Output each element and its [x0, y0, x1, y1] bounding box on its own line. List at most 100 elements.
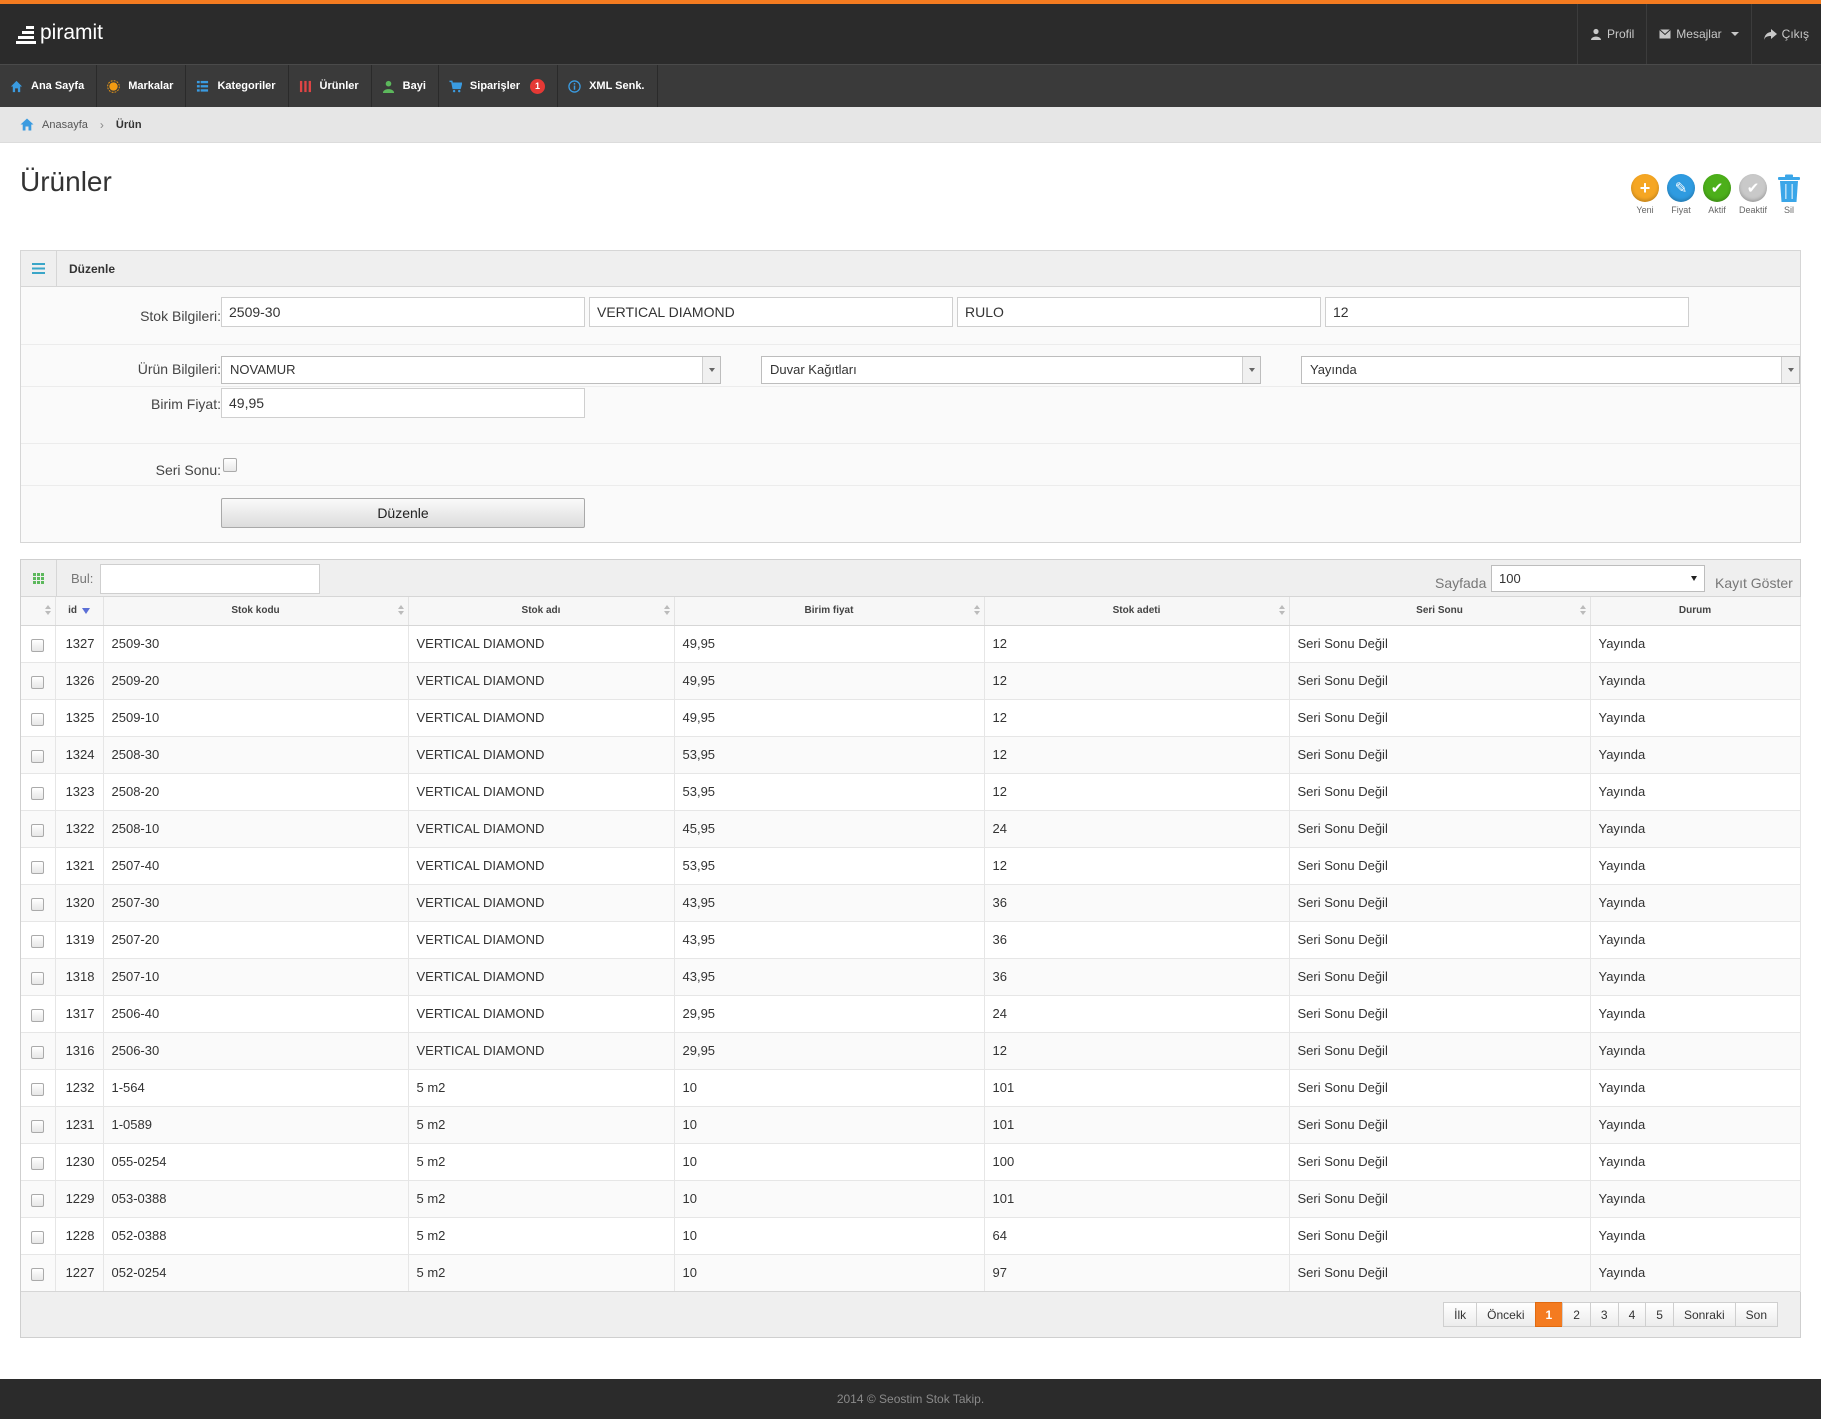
select-all-header[interactable] [21, 597, 56, 626]
deactivate-button[interactable]: ✔ Deaktif [1739, 174, 1767, 215]
row-checkbox[interactable] [31, 712, 45, 726]
nav-item-brands[interactable]: Markalar [97, 65, 187, 107]
row-checkbox[interactable] [31, 1156, 45, 1170]
table-row[interactable]: 1318 2507-10 VERTICAL DIAMOND 43,95 36 Seri S… [21, 958, 1801, 996]
pager-next[interactable]: Sonraki [1672, 1302, 1736, 1327]
column-header-stock-code[interactable]: Stok kodu [103, 597, 409, 626]
cell-series: Seri Sonu Değil [1289, 847, 1591, 885]
table-row[interactable]: 1326 2509-20 VERTICAL DIAMOND 49,95 12 Seri S… [21, 662, 1801, 700]
nav-item-products[interactable]: Ürünler [289, 65, 372, 107]
price-input[interactable] [221, 388, 585, 418]
submit-edit-button[interactable]: Düzenle [221, 498, 585, 528]
nav-item-xml-sync[interactable]: XML Senk. [558, 65, 658, 107]
row-checkbox[interactable] [31, 1082, 45, 1096]
row-checkbox[interactable] [31, 860, 45, 874]
column-header-id[interactable]: id [55, 597, 104, 626]
category-select[interactable]: Duvar Kağıtları [761, 356, 1261, 384]
cell-qty: 12 [984, 773, 1290, 811]
row-checkbox[interactable] [31, 971, 45, 985]
row-checkbox[interactable] [31, 1193, 45, 1207]
table-row[interactable]: 1228 052-0388 5 m2 10 64 Seri Sonu Değil Yayın… [21, 1217, 1801, 1255]
stock-name-input[interactable] [589, 297, 953, 327]
nav-item-categories[interactable]: Kategoriler [186, 65, 289, 107]
row-checkbox[interactable] [31, 638, 45, 652]
new-button[interactable]: + Yeni [1631, 174, 1659, 215]
cell-status: Yayında [1590, 921, 1801, 959]
activate-button[interactable]: ✔ Aktif [1703, 174, 1731, 215]
delete-button[interactable]: Sil [1775, 174, 1803, 215]
row-checkbox[interactable] [31, 675, 45, 689]
row-checkbox[interactable] [31, 1008, 45, 1022]
cell-qty: 24 [984, 810, 1290, 848]
pager-first[interactable]: İlk [1443, 1302, 1478, 1327]
status-select[interactable]: Yayında [1301, 356, 1800, 384]
cell-id: 1228 [55, 1217, 104, 1255]
cell-status: Yayında [1590, 1180, 1801, 1218]
products-table: id Stok kodu Stok adı Birim fiyat Stok a… [21, 597, 1801, 1292]
pager-last[interactable]: Son [1734, 1302, 1778, 1327]
logo[interactable]: piramit [16, 18, 103, 48]
row-checkbox[interactable] [31, 1045, 45, 1059]
row-checkbox[interactable] [31, 934, 45, 948]
cell-status: Yayında [1590, 736, 1801, 774]
row-checkbox[interactable] [31, 786, 45, 800]
stock-code-input[interactable] [221, 297, 585, 327]
row-checkbox[interactable] [31, 1267, 45, 1281]
row-checkbox-cell [21, 699, 56, 737]
table-row[interactable]: 1227 052-0254 5 m2 10 97 Seri Sonu Değil Yayın… [21, 1254, 1801, 1292]
cell-qty: 64 [984, 1217, 1290, 1255]
breadcrumb-home-link[interactable]: Anasayfa [42, 119, 88, 131]
column-header-unit-price[interactable]: Birim fiyat [674, 597, 985, 626]
pager-page-5[interactable]: 5 [1645, 1302, 1674, 1327]
column-header-stock-name[interactable]: Stok adı [408, 597, 675, 626]
column-header-status[interactable]: Durum [1590, 597, 1801, 626]
profile-link[interactable]: Profil [1576, 4, 1646, 64]
stock-unit-input[interactable] [957, 297, 1321, 327]
table-row[interactable]: 1324 2508-30 VERTICAL DIAMOND 53,95 12 Seri S… [21, 736, 1801, 774]
series-end-checkbox[interactable] [223, 458, 237, 472]
pager-page-4[interactable]: 4 [1617, 1302, 1647, 1327]
cell-series: Seri Sonu Değil [1289, 1069, 1591, 1107]
table-row[interactable]: 1232 1-564 5 m2 10 101 Seri Sonu Değil Yayında [21, 1069, 1801, 1107]
row-checkbox[interactable] [31, 1230, 45, 1244]
table-row[interactable]: 1320 2507-30 VERTICAL DIAMOND 43,95 36 Seri S… [21, 884, 1801, 922]
pager-prev[interactable]: Önceki [1476, 1302, 1536, 1327]
table-row[interactable]: 1317 2506-40 VERTICAL DIAMOND 29,95 24 Seri S… [21, 995, 1801, 1033]
column-header-stock-qty[interactable]: Stok adeti [984, 597, 1290, 626]
per-page-select[interactable]: 100 [1491, 565, 1705, 592]
table-row[interactable]: 1323 2508-20 VERTICAL DIAMOND 53,95 12 Seri S… [21, 773, 1801, 811]
search-input[interactable] [100, 564, 320, 594]
row-checkbox-cell [21, 958, 56, 996]
price-button[interactable]: ✎ Fiyat [1667, 174, 1695, 215]
table-row[interactable]: 1325 2509-10 VERTICAL DIAMOND 49,95 12 Seri S… [21, 699, 1801, 737]
row-checkbox[interactable] [31, 749, 45, 763]
column-header-series-end[interactable]: Seri Sonu [1289, 597, 1591, 626]
table-row[interactable]: 1321 2507-40 VERTICAL DIAMOND 53,95 12 Seri S… [21, 847, 1801, 885]
row-checkbox[interactable] [31, 897, 45, 911]
pager-page-1[interactable]: 1 [1534, 1302, 1564, 1327]
table-row[interactable]: 1322 2508-10 VERTICAL DIAMOND 45,95 24 Seri S… [21, 810, 1801, 848]
table-row[interactable]: 1229 053-0388 5 m2 10 101 Seri Sonu Değil Yayı… [21, 1180, 1801, 1218]
table-row[interactable]: 1327 2509-30 VERTICAL DIAMOND 49,95 12 Seri S… [21, 625, 1801, 663]
nav-item-home[interactable]: Ana Sayfa [0, 65, 98, 107]
pager-page-3[interactable]: 3 [1589, 1302, 1619, 1327]
cell-code: 052-0254 [103, 1254, 409, 1292]
pager-page-2[interactable]: 2 [1562, 1302, 1591, 1327]
logout-link[interactable]: Çıkış [1750, 4, 1821, 64]
nav-item-orders[interactable]: Siparişler 1 [439, 65, 559, 107]
cell-status: Yayında [1590, 625, 1801, 663]
brand-select[interactable]: NOVAMUR [221, 356, 721, 384]
table-row[interactable]: 1316 2506-30 VERTICAL DIAMOND 29,95 12 Seri S… [21, 1032, 1801, 1070]
grid-footer: İlk Önceki 1 2 3 4 5 Sonraki Son [21, 1291, 1800, 1337]
product-info-label: Ürün Bilgileri: [137, 361, 221, 377]
nav-item-dealers[interactable]: Bayi [372, 65, 439, 107]
table-row[interactable]: 1231 1-0589 5 m2 10 101 Seri Sonu Değil Yayınd… [21, 1106, 1801, 1144]
cell-series: Seri Sonu Değil [1289, 958, 1591, 996]
table-row[interactable]: 1230 055-0254 5 m2 10 100 Seri Sonu Değil Yayı… [21, 1143, 1801, 1181]
row-checkbox[interactable] [31, 1119, 45, 1133]
messages-dropdown[interactable]: Mesajlar [1646, 4, 1750, 64]
stock-qty-input[interactable] [1325, 297, 1689, 327]
row-checkbox[interactable] [31, 823, 45, 837]
cell-series: Seri Sonu Değil [1289, 1217, 1591, 1255]
table-row[interactable]: 1319 2507-20 VERTICAL DIAMOND 43,95 36 Seri S… [21, 921, 1801, 959]
